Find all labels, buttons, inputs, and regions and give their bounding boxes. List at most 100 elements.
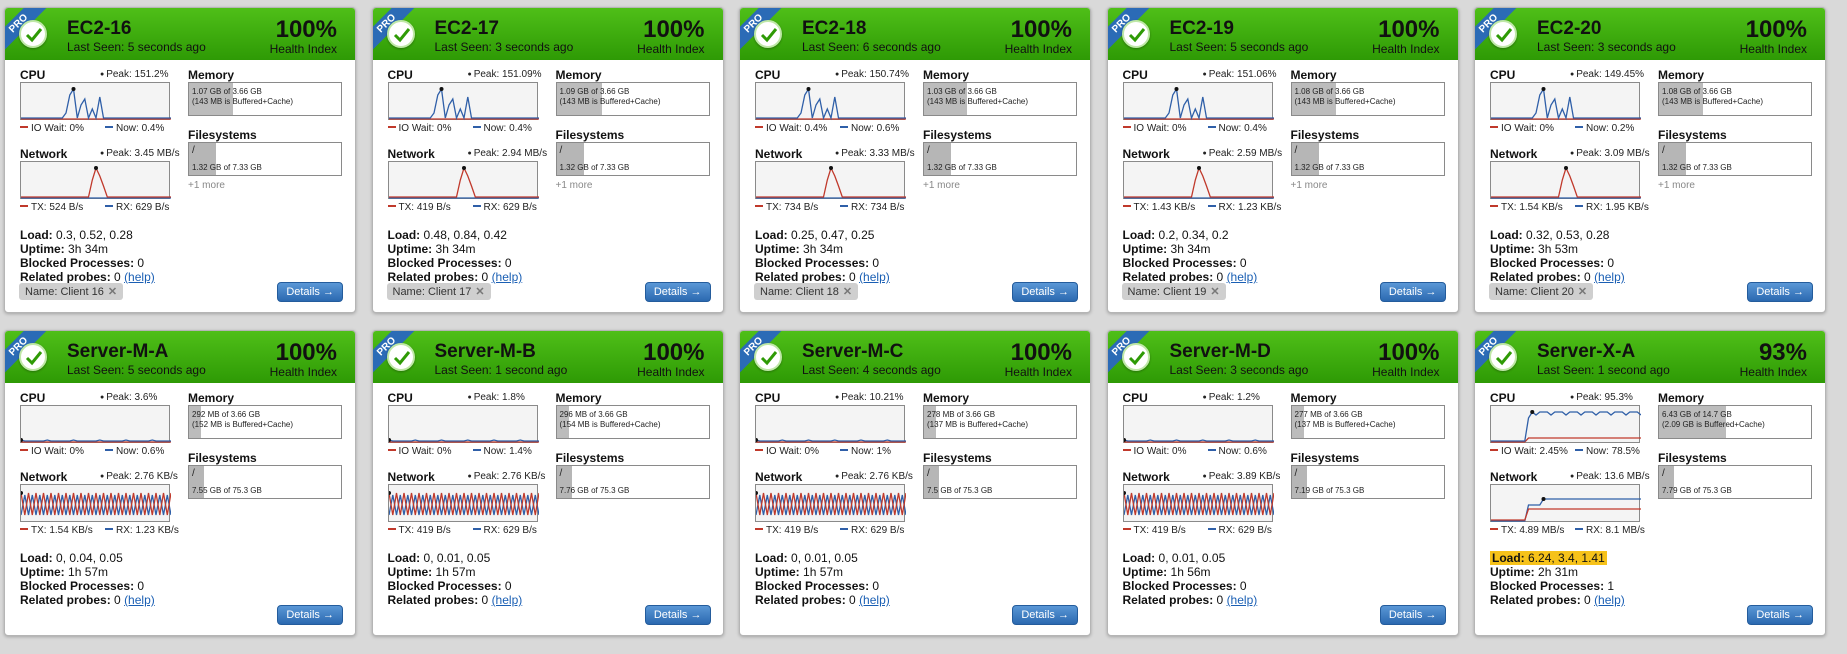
cpu-chart[interactable] <box>387 82 539 121</box>
check-icon <box>386 343 415 371</box>
server-card[interactable]: PRO Server-M-A Last Seen: 5 seconds ago … <box>4 330 356 636</box>
server-card[interactable]: PRO EC2-16 Last Seen: 5 seconds ago 100%… <box>4 7 356 313</box>
network-chart[interactable] <box>755 161 906 199</box>
details-button[interactable]: Details → <box>1012 282 1078 302</box>
more-filesystems-link[interactable]: +1 more <box>556 180 593 191</box>
help-link[interactable]: (help) <box>124 593 155 607</box>
load-line: Load: 0, 0.04, 0.05 <box>20 551 123 565</box>
host-name[interactable]: Server-M-D <box>1170 341 1271 363</box>
details-button[interactable]: Details → <box>277 605 343 625</box>
filesystem-text: 7.19 GB of 75.3 GB <box>1294 486 1365 495</box>
tx-legend: TX: 524 B/s <box>20 202 83 213</box>
io-wait-legend: IO Wait: 0% <box>755 446 819 457</box>
cpu-chart[interactable] <box>755 405 906 443</box>
host-name[interactable]: EC2-20 <box>1537 18 1601 40</box>
help-link[interactable]: (help) <box>1594 593 1625 607</box>
cpu-chart[interactable] <box>755 82 906 121</box>
name-tag[interactable]: Name: Client 19 ✕ <box>1121 283 1226 300</box>
tx-legend: TX: 734 B/s <box>755 202 818 213</box>
filesystem-mount: / <box>559 145 563 156</box>
network-chart[interactable] <box>1490 484 1641 522</box>
related-probes-line: Related probes: 0 (help) <box>1122 593 1258 607</box>
network-chart[interactable] <box>1122 484 1274 522</box>
remove-tag-icon[interactable]: ✕ <box>1578 286 1587 298</box>
network-chart[interactable] <box>387 484 539 522</box>
help-link[interactable]: (help) <box>492 593 523 607</box>
network-chart[interactable] <box>20 484 171 522</box>
network-chart[interactable] <box>755 484 906 522</box>
health-index-value: 100% <box>275 339 337 366</box>
name-tag[interactable]: Name: Client 20 ✕ <box>1489 283 1594 300</box>
network-peak: Peak: 13.6 MB/s <box>1570 471 1649 482</box>
filesystem-bar: / 7.5 GB of 75.3 GB <box>923 465 1077 499</box>
details-button[interactable]: Details → <box>1012 605 1078 625</box>
cpu-chart[interactable] <box>1122 82 1274 121</box>
server-card[interactable]: PRO Server-X-A Last Seen: 1 second ago 9… <box>1474 330 1826 636</box>
cpu-chart[interactable] <box>1490 405 1641 443</box>
details-button[interactable]: Details → <box>644 605 711 625</box>
server-card[interactable]: PRO EC2-20 Last Seen: 3 seconds ago 100%… <box>1474 7 1826 313</box>
name-tag[interactable]: Name: Client 18 ✕ <box>754 283 859 300</box>
help-link[interactable]: (help) <box>124 270 155 284</box>
host-name[interactable]: Server-M-A <box>67 341 168 363</box>
help-link[interactable]: (help) <box>1227 270 1258 284</box>
cpu-peak: Peak: 151.2% <box>100 69 168 80</box>
host-name[interactable]: EC2-16 <box>67 18 131 40</box>
more-filesystems-link[interactable]: +1 more <box>1291 180 1328 191</box>
details-button[interactable]: Details → <box>1379 282 1446 302</box>
help-link[interactable]: (help) <box>492 270 523 284</box>
details-button[interactable]: Details → <box>1747 605 1813 625</box>
rx-line <box>1123 494 1274 516</box>
host-name[interactable]: EC2-17 <box>435 18 499 40</box>
remove-tag-icon[interactable]: ✕ <box>108 286 117 298</box>
details-button[interactable]: Details → <box>1379 605 1446 625</box>
network-chart[interactable] <box>387 161 539 199</box>
details-button[interactable]: Details → <box>277 282 343 302</box>
network-chart[interactable] <box>1490 161 1641 199</box>
server-card[interactable]: PRO EC2-19 Last Seen: 5 seconds ago 100%… <box>1106 7 1459 313</box>
remove-tag-icon[interactable]: ✕ <box>475 286 484 298</box>
network-peak-marker <box>1541 497 1546 501</box>
cpu-chart[interactable] <box>1122 405 1274 443</box>
cpu-chart[interactable] <box>20 405 171 443</box>
help-link[interactable]: (help) <box>859 593 890 607</box>
help-link[interactable]: (help) <box>1227 593 1258 607</box>
filesystem-text: 7.5 GB of 75.3 GB <box>927 486 993 495</box>
check-icon <box>1121 20 1150 48</box>
help-link[interactable]: (help) <box>1594 270 1625 284</box>
host-name[interactable]: EC2-18 <box>802 18 866 40</box>
io-wait-legend: IO Wait: 0% <box>387 446 451 457</box>
cpu-chart[interactable] <box>387 405 539 443</box>
details-button[interactable]: Details → <box>1747 282 1813 302</box>
network-chart[interactable] <box>20 161 171 199</box>
server-card[interactable]: PRO EC2-17 Last Seen: 3 seconds ago 100%… <box>371 7 724 313</box>
more-filesystems-link[interactable]: +1 more <box>188 180 225 191</box>
server-card[interactable]: PRO EC2-18 Last Seen: 6 seconds ago 100%… <box>739 7 1091 313</box>
remove-tag-icon[interactable]: ✕ <box>843 286 852 298</box>
host-name[interactable]: Server-X-A <box>1537 341 1635 363</box>
uptime-line: Uptime: 3h 34m <box>387 242 476 256</box>
network-chart[interactable] <box>1122 161 1274 199</box>
more-filesystems-link[interactable]: +1 more <box>923 180 960 191</box>
name-tag[interactable]: Name: Client 16 ✕ <box>19 283 124 300</box>
host-name[interactable]: Server-M-C <box>802 341 903 363</box>
help-link[interactable]: (help) <box>859 270 890 284</box>
server-card[interactable]: PRO Server-M-B Last Seen: 1 second ago 1… <box>371 330 724 636</box>
filesystem-bar: / 1.32 GB of 7.33 GB <box>1658 142 1812 176</box>
filesystem-mount: / <box>192 468 195 479</box>
remove-tag-icon[interactable]: ✕ <box>1210 286 1219 298</box>
card-header: PRO EC2-19 Last Seen: 5 seconds ago 100%… <box>1107 8 1458 60</box>
filesystems-title: Filesystems <box>923 128 992 142</box>
server-card[interactable]: PRO Server-M-C Last Seen: 4 seconds ago … <box>739 330 1091 636</box>
host-name[interactable]: EC2-19 <box>1170 18 1234 40</box>
server-card[interactable]: PRO Server-M-D Last Seen: 3 seconds ago … <box>1106 330 1459 636</box>
cpu-chart[interactable] <box>20 82 171 121</box>
network-title: Network <box>387 147 435 161</box>
cpu-chart[interactable] <box>1490 82 1641 121</box>
details-button[interactable]: Details → <box>644 282 711 302</box>
more-filesystems-link[interactable]: +1 more <box>1658 180 1695 191</box>
memory-title: Memory <box>1658 391 1705 405</box>
network-peak-marker <box>1564 166 1568 170</box>
host-name[interactable]: Server-M-B <box>435 341 536 363</box>
name-tag[interactable]: Name: Client 17 ✕ <box>386 283 491 300</box>
